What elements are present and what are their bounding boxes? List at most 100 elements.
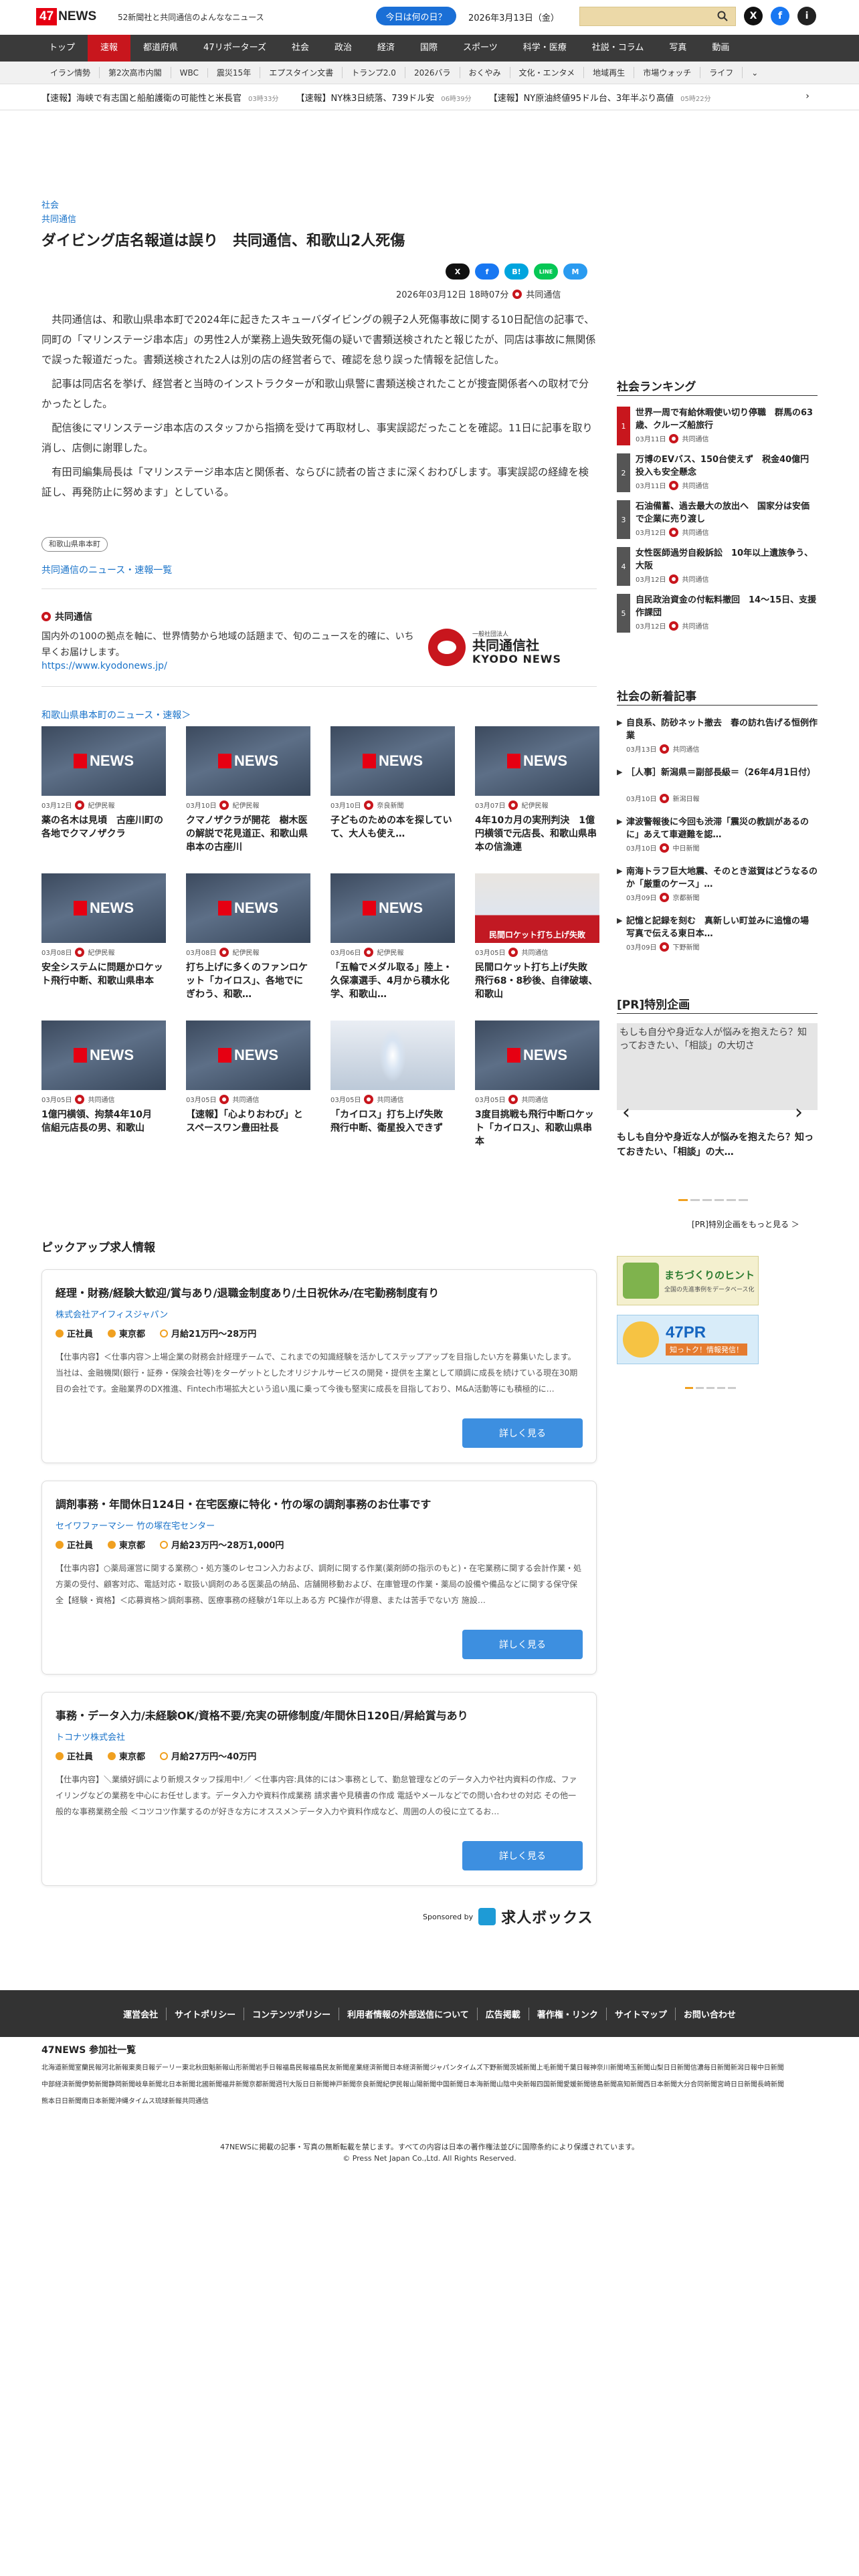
- member-link[interactable]: 産業経済新聞: [349, 2060, 389, 2076]
- share-hatena-icon[interactable]: B!: [504, 263, 529, 280]
- footer-link[interactable]: コンテンツポリシー: [244, 2007, 340, 2020]
- subnav-item[interactable]: おくやみ: [460, 67, 510, 78]
- news-card[interactable]: NEWS 03月06日 紀伊民報 「五輪でメダル取る」陸上・久保凛選手、4月から積水化…: [330, 873, 455, 1001]
- nav-item-international[interactable]: 国際: [407, 35, 450, 62]
- member-link[interactable]: 大分合同新聞: [677, 2076, 717, 2093]
- machizukuri-banner[interactable]: まちづくりのヒント 全国の先進事例をデータベース化: [617, 1256, 759, 1305]
- member-link[interactable]: 共同通信: [182, 2093, 209, 2110]
- ticker-item[interactable]: 【速報】海峡で有志国と船舶護衛の可能性と米長官 03時33分: [41, 91, 278, 104]
- nav-item-photo[interactable]: 写真: [656, 35, 699, 62]
- banner-dot[interactable]: [706, 1387, 714, 1389]
- pr-more-link[interactable]: [PR]特別企画をもっと見る ＞: [692, 1218, 799, 1230]
- new-article-item[interactable]: ▶ 自良系、防砂ネット撤去 春の訪れ告げる恒例作業 03月13日 共同通信: [617, 717, 818, 754]
- carousel-prev-icon[interactable]: ‹: [622, 1101, 630, 1124]
- carousel-dot[interactable]: [739, 1199, 748, 1201]
- job-title[interactable]: 調剤事務・年間休日124日・在宅医療に特化・竹の塚の調剤事務のお仕事です: [56, 1498, 431, 1511]
- kyodo-news-list-link[interactable]: 共同通信のニュース・速報一覧: [41, 563, 172, 576]
- member-link[interactable]: 山梨日日新聞: [650, 2060, 690, 2076]
- member-link[interactable]: 山陰中央新報: [496, 2076, 537, 2093]
- member-link[interactable]: 西日本新聞: [644, 2076, 677, 2093]
- subnav-item[interactable]: 震災15年: [208, 67, 261, 78]
- banner-dot[interactable]: [728, 1387, 736, 1389]
- subnav-item[interactable]: 2026バラ: [405, 67, 460, 78]
- 47pr-banner[interactable]: 47PR 知っトク！情報発信！: [617, 1315, 759, 1364]
- member-link[interactable]: 週刊大阪日日新聞: [276, 2076, 329, 2093]
- member-link[interactable]: 奈良新聞: [356, 2076, 383, 2093]
- pr-image[interactable]: もしも自分や身近な人が悩みを抱えたら？知っておきたい、「相談」の大切さ: [617, 1023, 818, 1110]
- member-link[interactable]: ジャパンタイムズ: [430, 2060, 483, 2076]
- ranking-item[interactable]: 1 世界一周で有給休暇使い切り停職 群馬の63歳、クルーズ船旅行 03月11日 共同通…: [617, 407, 818, 445]
- news-card[interactable]: NEWS 03月08日 紀伊民報 打ち上げに多くのファンロケット「カイロス」、各地でに…: [186, 873, 310, 1001]
- job-detail-button[interactable]: 詳しく見る: [462, 1630, 583, 1659]
- member-link[interactable]: 中日新聞: [757, 2060, 784, 2076]
- banner-dot[interactable]: [717, 1387, 725, 1389]
- member-link[interactable]: 北日本新聞: [162, 2076, 195, 2093]
- news-card[interactable]: 03月05日 共同通信 「カイロス」打ち上げ失敗 飛行中断、衛星投入できず: [330, 1021, 455, 1148]
- member-link[interactable]: 北國新聞: [195, 2076, 222, 2093]
- nav-item-top[interactable]: トップ: [36, 35, 88, 62]
- member-link[interactable]: 茨城新聞: [510, 2060, 537, 2076]
- footer-link[interactable]: お問い合わせ: [676, 2008, 744, 2020]
- member-link[interactable]: 宮崎日日新聞: [717, 2076, 757, 2093]
- subnav-item[interactable]: トランプ2.0: [343, 67, 405, 78]
- member-link[interactable]: 琉球新報: [155, 2093, 182, 2110]
- banner-dot[interactable]: [696, 1387, 704, 1389]
- member-link[interactable]: 沖縄タイムス: [115, 2093, 155, 2110]
- nav-item-breaking[interactable]: 速報: [88, 35, 131, 62]
- banner-dot[interactable]: [685, 1387, 693, 1389]
- subnav-item[interactable]: イラン情勢: [41, 67, 100, 78]
- article-tag[interactable]: 和歌山県串本町: [41, 537, 108, 552]
- member-link[interactable]: 室蘭民報: [75, 2060, 102, 2076]
- news-card[interactable]: NEWS 03月10日 紀伊民報 クマノザクラが開花 樹木医の解説で花見道正、和歌山県…: [186, 726, 310, 854]
- news-card[interactable]: NEWS 03月10日 奈良新聞 子どものための本を探していて、大人も使え…: [330, 726, 455, 854]
- member-link[interactable]: 伊勢新聞: [82, 2076, 108, 2093]
- member-link[interactable]: 福島民友新聞: [309, 2060, 349, 2076]
- instagram-icon[interactable]: i: [797, 7, 816, 25]
- subnav-item[interactable]: 市場ウォッチ: [634, 67, 701, 78]
- member-link[interactable]: 四国新聞: [537, 2076, 563, 2093]
- nav-item-video[interactable]: 動画: [699, 35, 742, 62]
- member-link[interactable]: 山形新聞: [229, 2060, 256, 2076]
- ticker-next-icon[interactable]: ›: [800, 91, 815, 106]
- member-link[interactable]: 日本海新聞: [463, 2076, 496, 2093]
- site-logo[interactable]: 47 NEWS: [36, 6, 108, 27]
- nav-item-reporters[interactable]: 47リポーターズ: [191, 35, 279, 62]
- ranking-item[interactable]: 3 石油備蓄、過去最大の放出へ 国家分は安価で企業に売り渡し 03月12日 共同通信: [617, 500, 818, 539]
- subnav-item[interactable]: 第2次高市内閣: [100, 67, 171, 78]
- carousel-dot[interactable]: [678, 1199, 688, 1201]
- member-link[interactable]: 河北新報: [102, 2060, 128, 2076]
- subnav-item[interactable]: ライフ: [700, 67, 743, 78]
- member-link[interactable]: 岐阜新聞: [135, 2076, 162, 2093]
- facebook-icon[interactable]: f: [771, 7, 789, 25]
- ranking-item[interactable]: 4 女性医師過労自殺訴訟 10年以上遺族争う、大阪 03月12日 共同通信: [617, 547, 818, 586]
- member-link[interactable]: 福島民報: [282, 2060, 309, 2076]
- member-link[interactable]: 熊本日日新聞: [41, 2093, 82, 2110]
- member-link[interactable]: 静岡新聞: [108, 2076, 135, 2093]
- pr-caption[interactable]: もしも自分や身近な人が悩みを抱えたら？知っておきたい、「相談」の大…: [617, 1130, 818, 1160]
- member-link[interactable]: 中国新聞: [436, 2076, 463, 2093]
- member-link[interactable]: 南日本新聞: [82, 2093, 115, 2110]
- ticker-item[interactable]: 【速報】NY株3日続落、739ドル安 06時39分: [296, 91, 471, 104]
- job-title[interactable]: 事務・データ入力/未経験OK/資格不要/充実の研修制度/年間休日120日/昇給賞…: [56, 1709, 468, 1722]
- article-source-category[interactable]: 共同通信: [41, 212, 76, 225]
- member-link[interactable]: 日本経済新聞: [389, 2060, 430, 2076]
- footer-link[interactable]: サイトポリシー: [167, 2007, 245, 2020]
- member-link[interactable]: 岩手日報: [256, 2060, 282, 2076]
- subnav-item[interactable]: WBC: [171, 68, 208, 78]
- new-article-item[interactable]: ▶ 記憶と記録を刻む 真新しい町並みに追憶の場 写真で伝える東日本… 03月09日 下…: [617, 915, 818, 952]
- carousel-next-icon[interactable]: ›: [795, 1101, 803, 1124]
- search-input[interactable]: [579, 7, 736, 26]
- subnav-item[interactable]: エプスタイン文書: [260, 67, 343, 78]
- nav-item-sports[interactable]: スポーツ: [450, 35, 510, 62]
- member-link[interactable]: 千葉日報: [563, 2060, 590, 2076]
- nav-item-economy[interactable]: 経済: [365, 35, 407, 62]
- member-link[interactable]: 山陽新聞: [409, 2076, 436, 2093]
- member-link[interactable]: 上毛新聞: [537, 2060, 563, 2076]
- news-card[interactable]: 民間ロケット打ち上げ失敗 03月05日 共同通信 民間ロケット打ち上げ失敗 飛行68・…: [475, 873, 599, 1001]
- share-x-icon[interactable]: X: [446, 263, 470, 280]
- chevron-down-icon[interactable]: ⌄: [743, 68, 767, 78]
- new-article-item[interactable]: ▶ 津波警報後に今回も渋滞「震災の教訓があるのに」あえて車避難を認… 03月10日 中…: [617, 816, 818, 853]
- member-link[interactable]: 東奥日報: [128, 2060, 155, 2076]
- footer-link[interactable]: 著作権・リンク: [529, 2007, 607, 2020]
- member-link[interactable]: 高知新聞: [617, 2076, 644, 2093]
